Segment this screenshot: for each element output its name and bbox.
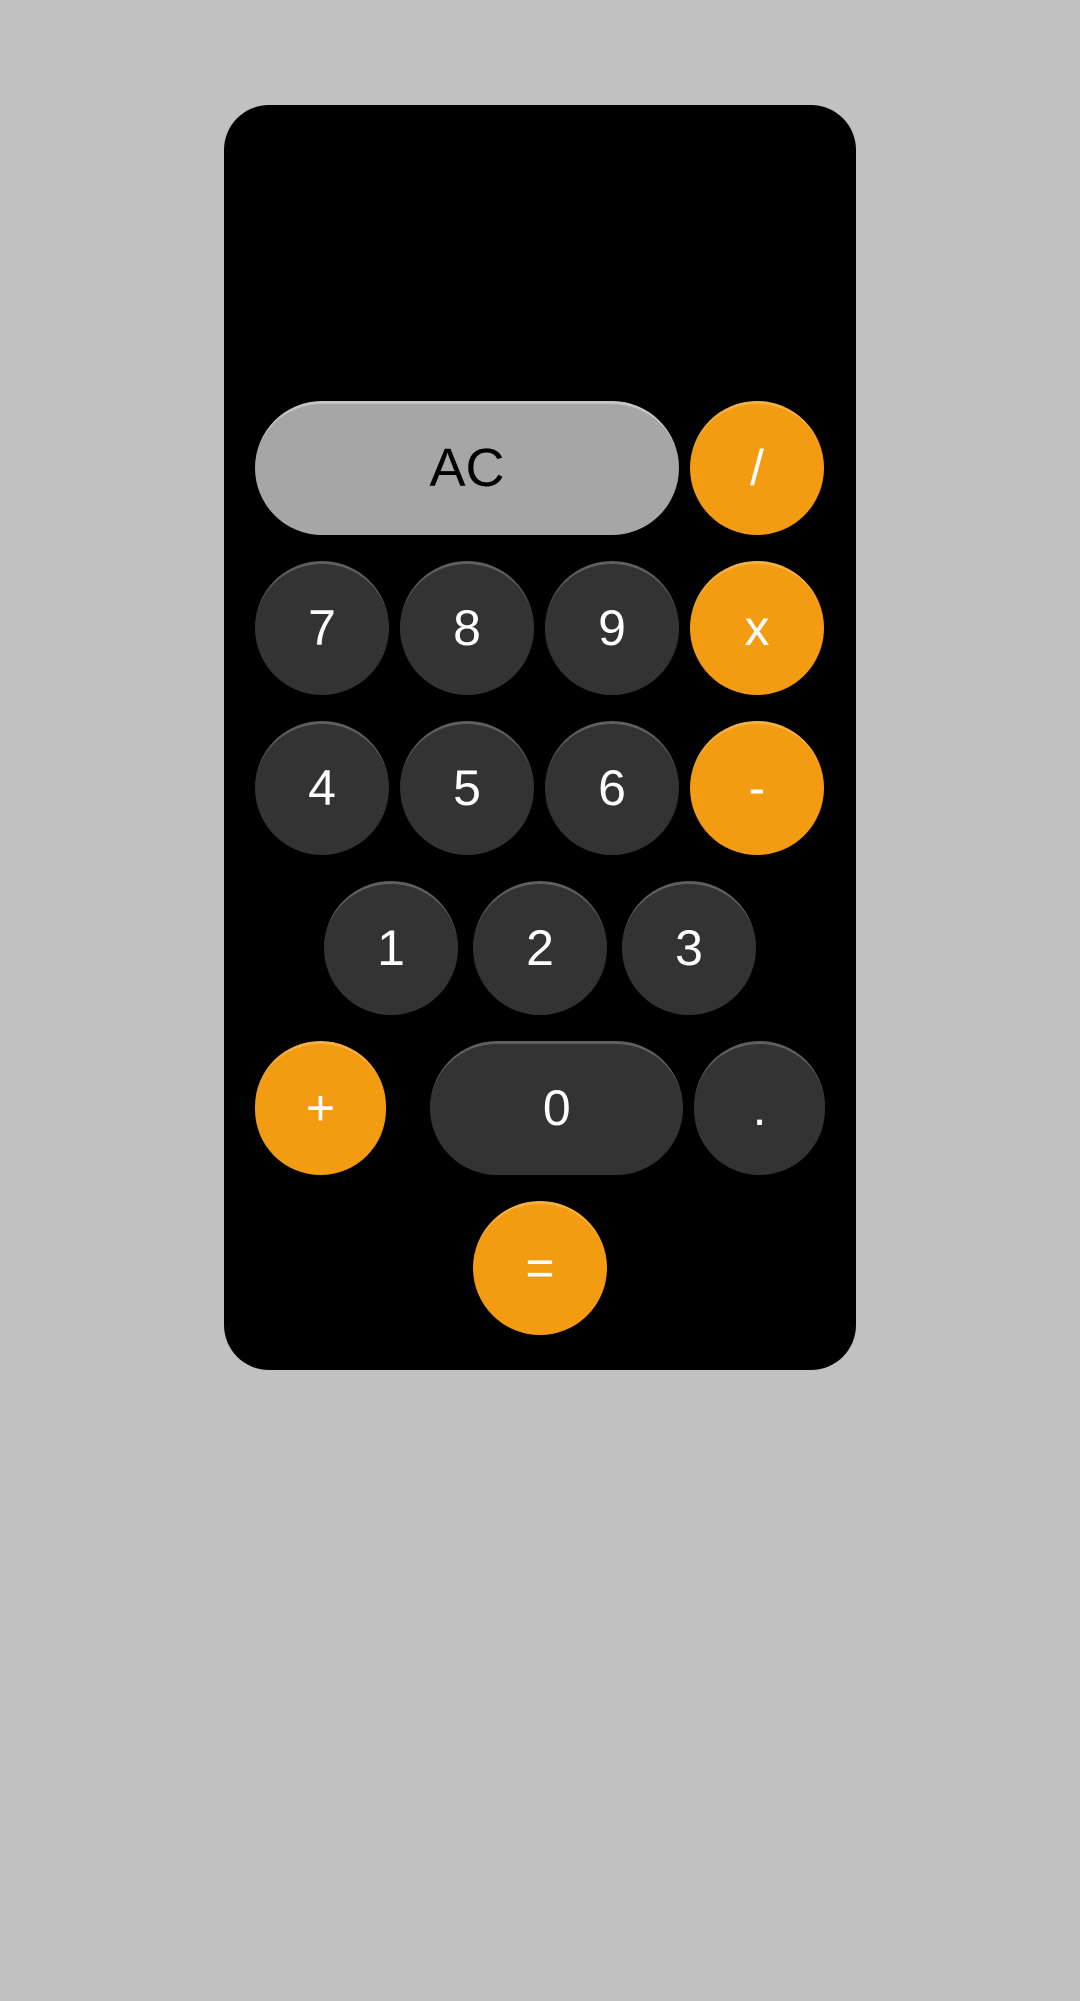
digit-8-button[interactable]: 8 <box>400 561 534 695</box>
keypad-row-1: AC / <box>255 401 825 535</box>
digit-3-button[interactable]: 3 <box>622 881 756 1015</box>
clear-button[interactable]: AC <box>255 401 679 535</box>
spacer <box>397 1041 419 1175</box>
keypad-row-6: = <box>255 1201 825 1335</box>
keypad-row-2: 7 8 9 x <box>255 561 825 695</box>
calculator-keypad: AC / 7 8 9 x 4 5 6 - 1 2 3 + 0 . = <box>255 401 825 1335</box>
multiply-button[interactable]: x <box>690 561 824 695</box>
subtract-button[interactable]: - <box>690 721 824 855</box>
digit-6-button[interactable]: 6 <box>545 721 679 855</box>
equals-button[interactable]: = <box>473 1201 607 1335</box>
decimal-button[interactable]: . <box>694 1041 825 1175</box>
divide-button[interactable]: / <box>690 401 824 535</box>
digit-1-button[interactable]: 1 <box>324 881 458 1015</box>
add-button[interactable]: + <box>255 1041 386 1175</box>
digit-9-button[interactable]: 9 <box>545 561 679 695</box>
keypad-row-4: 1 2 3 <box>255 881 825 1015</box>
keypad-row-3: 4 5 6 - <box>255 721 825 855</box>
digit-7-button[interactable]: 7 <box>255 561 389 695</box>
calculator-frame: AC / 7 8 9 x 4 5 6 - 1 2 3 + 0 . = <box>224 105 856 1370</box>
keypad-row-5: + 0 . <box>255 1041 825 1175</box>
digit-2-button[interactable]: 2 <box>473 881 607 1015</box>
digit-0-button[interactable]: 0 <box>430 1041 683 1175</box>
digit-5-button[interactable]: 5 <box>400 721 534 855</box>
digit-4-button[interactable]: 4 <box>255 721 389 855</box>
